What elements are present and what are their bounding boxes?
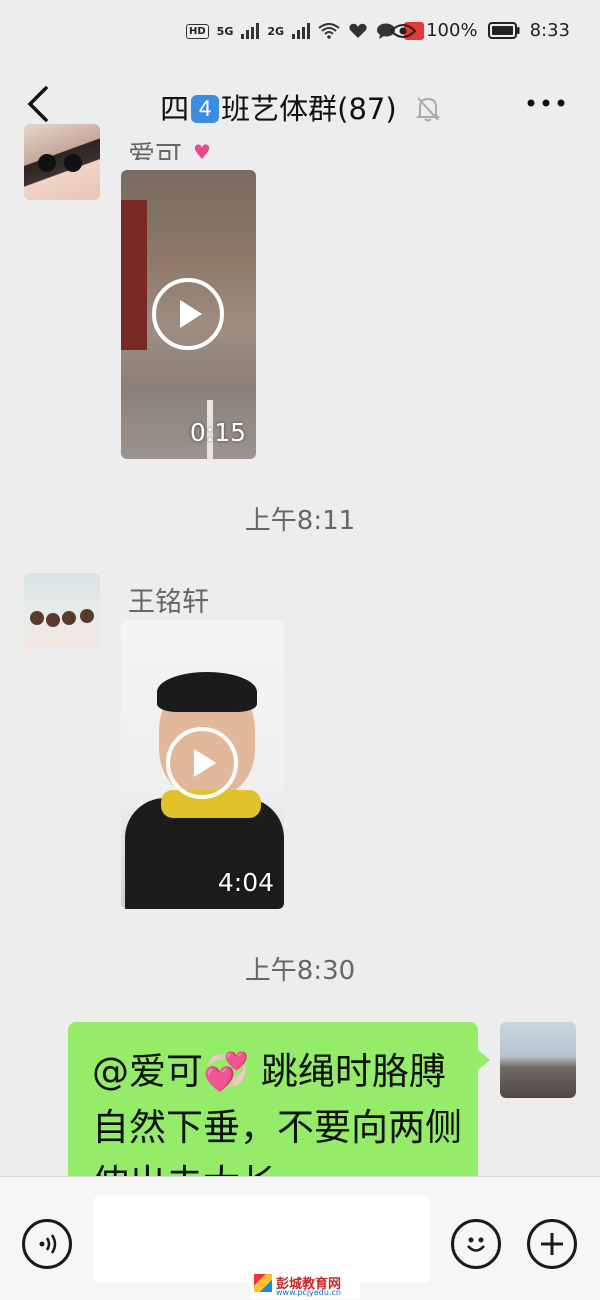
play-button[interactable] xyxy=(166,727,238,799)
signal-icon-2 xyxy=(292,23,311,39)
sender-name: 爱可 xyxy=(128,141,182,160)
status-right: 100% 8:33 xyxy=(390,20,570,41)
video-duration: 0:15 xyxy=(189,418,246,447)
signal-icon xyxy=(241,23,260,39)
emoji-button[interactable] xyxy=(451,1219,501,1269)
battery-icon xyxy=(487,22,520,39)
plus-icon xyxy=(541,1233,563,1255)
bubble-tail xyxy=(478,1050,490,1070)
timestamp: 上午8:11 xyxy=(244,506,356,536)
net2-label: 2G xyxy=(267,24,285,38)
outgoing-text-bubble[interactable]: @爱可💞 跳绳时胳膊自然下垂，不要向两侧伸出去太长 xyxy=(68,1022,490,1205)
heart-monitor-icon xyxy=(349,23,367,38)
eye-icon xyxy=(390,23,417,38)
more-icon[interactable] xyxy=(527,98,565,108)
watermark-logo-icon xyxy=(254,1274,272,1292)
status-bar: HD 5G 2G 100% 8:33 xyxy=(0,0,600,66)
net1-label: 5G xyxy=(216,24,234,38)
video-message-1[interactable]: 0:15 xyxy=(121,170,256,459)
timestamp: 上午8:30 xyxy=(244,956,356,986)
add-button[interactable] xyxy=(527,1219,577,1269)
hd-badge: HD xyxy=(186,23,209,39)
my-avatar[interactable] xyxy=(500,1022,576,1098)
network-indicators: HD 5G 2G xyxy=(186,22,425,40)
play-icon xyxy=(194,749,216,777)
message-input[interactable] xyxy=(94,1195,430,1283)
voice-icon xyxy=(39,1234,57,1254)
keycap-badge: 4 xyxy=(191,95,220,123)
video-message-2[interactable]: 4:04 xyxy=(121,620,284,909)
group-title: 四 4 班艺体群(87) xyxy=(0,86,600,128)
title-prefix: 四 xyxy=(160,92,190,126)
sender-name: 王铭轩 xyxy=(128,587,209,618)
avatar-aike[interactable] xyxy=(24,124,100,200)
hair xyxy=(157,672,257,712)
battery-percent: 100% xyxy=(426,20,478,41)
play-icon xyxy=(180,300,202,328)
clock: 8:33 xyxy=(529,20,570,41)
avatar-wangmingxuan[interactable] xyxy=(24,573,100,649)
video-duration: 4:04 xyxy=(217,868,274,897)
voice-button[interactable] xyxy=(22,1219,72,1269)
wifi-icon xyxy=(318,23,340,39)
red-door xyxy=(121,200,147,350)
watermark: 彭城教育网 www.pcjyedu.cn xyxy=(250,1272,360,1299)
emoji-icon xyxy=(467,1237,485,1252)
mute-bell-icon xyxy=(415,97,441,122)
watermark-url: www.pcjyedu.cn xyxy=(276,1288,341,1297)
heart-emoji-icon: ♥ xyxy=(193,140,211,164)
play-button[interactable] xyxy=(152,278,224,350)
title-suffix: 班艺体群(87) xyxy=(221,92,397,126)
